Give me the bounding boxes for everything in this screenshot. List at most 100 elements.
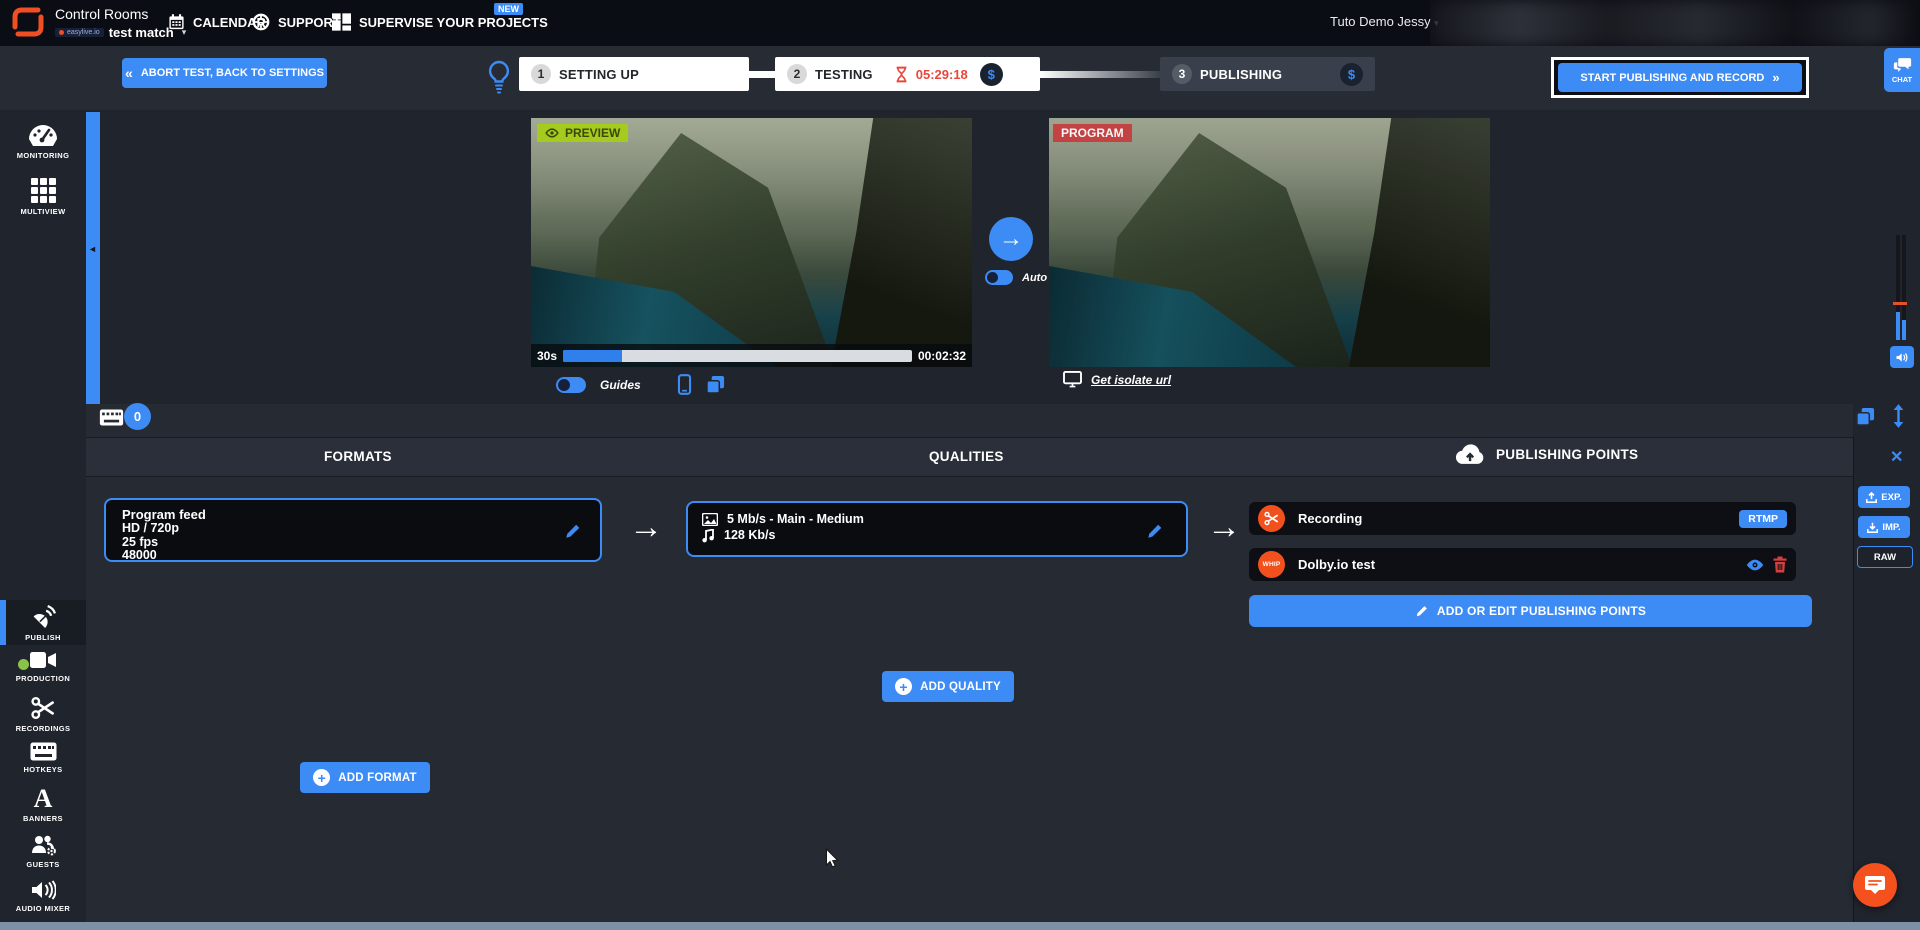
audio-meter-level [1896, 312, 1900, 340]
export-button[interactable]: EXP. [1858, 486, 1910, 508]
expand-vertical-icon[interactable] [1892, 404, 1905, 428]
preview-monitor[interactable]: PREVIEW 30s 00:02:32 [531, 118, 972, 367]
user-menu[interactable]: Tuto Demo Jessy ▾ [1330, 14, 1439, 29]
qualities-header: QUALITIES [929, 449, 1004, 464]
auto-label: Auto [1022, 272, 1047, 284]
flow-arrow-icon: → [1207, 508, 1241, 547]
step-label: PUBLISHING [1200, 67, 1282, 82]
production-live-dot [18, 659, 29, 670]
eye-icon[interactable] [1745, 558, 1765, 572]
grid-icon [31, 178, 56, 203]
chevrons-left-icon: « [125, 65, 133, 81]
program-monitor[interactable]: PROGRAM [1049, 118, 1490, 367]
lightbulb-icon[interactable] [487, 60, 511, 94]
sidebar-item-audio-mixer[interactable]: AUDIO MIXER [0, 880, 86, 913]
billing-dollar-icon: $ [980, 63, 1003, 86]
add-quality-button[interactable]: + ADD QUALITY [882, 671, 1014, 702]
sidebar-item-banners[interactable]: A BANNERS [0, 788, 86, 823]
support-chat-launcher[interactable] [1853, 863, 1897, 907]
audio-meter-peak-tick [1893, 302, 1907, 305]
publishing-point-dolby[interactable]: WHIP Dolby.io test [1249, 548, 1796, 581]
sidebar-item-production[interactable]: PRODUCTION [0, 650, 86, 683]
duplicate-icon[interactable] [1856, 407, 1875, 426]
easylive-badge: easylive.io [55, 28, 104, 37]
guides-toggle[interactable] [556, 377, 586, 393]
chat-button[interactable]: CHAT [1884, 48, 1920, 92]
transition-track[interactable] [563, 350, 912, 362]
close-icon[interactable]: ✕ [1890, 447, 1903, 467]
raw-button[interactable]: RAW [1857, 546, 1913, 568]
get-isolate-url-link[interactable]: Get isolate url [1091, 373, 1171, 387]
step-label: SETTING UP [559, 67, 639, 82]
quality-audio: 128 Kb/s [724, 529, 775, 543]
audio-quality-icon [702, 529, 715, 543]
keyboard-icon [30, 742, 57, 761]
publishing-point-recording[interactable]: Recording RTMP [1249, 502, 1796, 535]
banner-letter-icon: A [34, 788, 53, 810]
audio-meter-level [1902, 320, 1906, 340]
new-badge: NEW [494, 3, 523, 15]
import-button[interactable]: IMP. [1858, 516, 1910, 538]
collapse-arrow-icon: ◄ [88, 244, 97, 254]
project-selector[interactable]: easylive.io test match ▾ [55, 25, 186, 40]
monitor-audio-button[interactable] [1890, 346, 1914, 368]
recording-scissors-icon [1258, 505, 1285, 532]
format-fps: 25 fps [122, 536, 206, 550]
project-name: test match [109, 25, 174, 40]
start-publishing-highlight-frame: START PUBLISHING AND RECORD » [1551, 57, 1809, 98]
speaker-icon [31, 880, 56, 900]
menu-supervise[interactable]: SUPERVISE YOUR PROJECTS [332, 13, 548, 31]
import-tray-icon [1867, 522, 1878, 533]
formats-header: FORMATS [324, 449, 392, 464]
start-publishing-button[interactable]: START PUBLISHING AND RECORD » [1558, 63, 1802, 92]
mobile-preview-icon[interactable] [677, 374, 692, 395]
menu-support[interactable]: SUPPORT [252, 13, 341, 31]
trash-icon[interactable] [1773, 556, 1787, 573]
add-format-button[interactable]: + ADD FORMAT [300, 762, 430, 793]
sidebar-item-multiview[interactable]: MULTIVIEW [0, 178, 86, 216]
guides-label: Guides [600, 378, 641, 392]
video-quality-icon [702, 513, 718, 526]
auto-toggle[interactable] [985, 270, 1013, 285]
take-transition-button[interactable]: → [989, 217, 1033, 261]
monitor-icon [1063, 371, 1082, 388]
sidebar-item-hotkeys[interactable]: HOTKEYS [0, 742, 86, 774]
quality-card[interactable]: 5 Mb/s - Main - Medium 128 Kb/s [686, 501, 1188, 557]
chat-button-label: CHAT [1892, 75, 1912, 84]
user-name: Tuto Demo Jessy [1330, 14, 1431, 29]
step-label: TESTING [815, 67, 873, 82]
publish-panel: 0 FORMATS QUALITIES PUBLISHING POINTS Pr… [86, 404, 1853, 924]
layers-icon[interactable] [706, 375, 725, 394]
step-number: 2 [787, 64, 807, 84]
sidebar-item-monitoring[interactable]: MONITORING [0, 124, 86, 160]
add-edit-publishing-points-button[interactable]: ADD OR EDIT PUBLISHING POINTS [1249, 595, 1812, 627]
edit-pencil-icon[interactable] [1146, 522, 1164, 540]
publishing-header: PUBLISHING POINTS [1496, 447, 1638, 462]
hotkeys-icon[interactable] [99, 409, 124, 426]
guests-icon [30, 834, 57, 856]
step-connector [1040, 71, 1160, 78]
video-camera-icon [29, 650, 57, 670]
bottom-scrollbar[interactable] [0, 922, 1920, 930]
right-rail-divider [1853, 437, 1854, 924]
satellite-dish-icon [30, 604, 56, 629]
chat-bubbles-icon [1893, 57, 1912, 73]
abort-test-button[interactable]: « ABORT TEST, BACK TO SETTINGS [122, 58, 327, 88]
format-card[interactable]: Program feed HD / 720p 25 fps 48000 [104, 498, 602, 562]
active-item-indicator [0, 600, 6, 645]
panel-collapse-strip[interactable]: ◄ [86, 112, 100, 404]
menu-supervise-label: SUPERVISE YOUR PROJECTS [359, 15, 548, 30]
step-number: 1 [531, 64, 551, 84]
hotkeys-count-badge[interactable]: 0 [124, 403, 151, 430]
timecode: 00:02:32 [918, 349, 966, 363]
sidebar-item-guests[interactable]: GUESTS [0, 834, 86, 869]
control-room-app: Control Rooms easylive.io test match ▾ C… [0, 0, 1920, 930]
edit-pencil-icon[interactable] [564, 522, 582, 540]
sidebar-item-recordings[interactable]: RECORDINGS [0, 696, 86, 733]
redacted-topbar-area [1430, 0, 1920, 46]
dashboard-panes-icon [332, 13, 351, 31]
logo-dot-icon [59, 30, 64, 35]
preview-controls: Guides [556, 374, 725, 395]
step-number: 3 [1172, 64, 1192, 84]
sidebar-item-publish[interactable]: PUBLISH [0, 600, 86, 645]
